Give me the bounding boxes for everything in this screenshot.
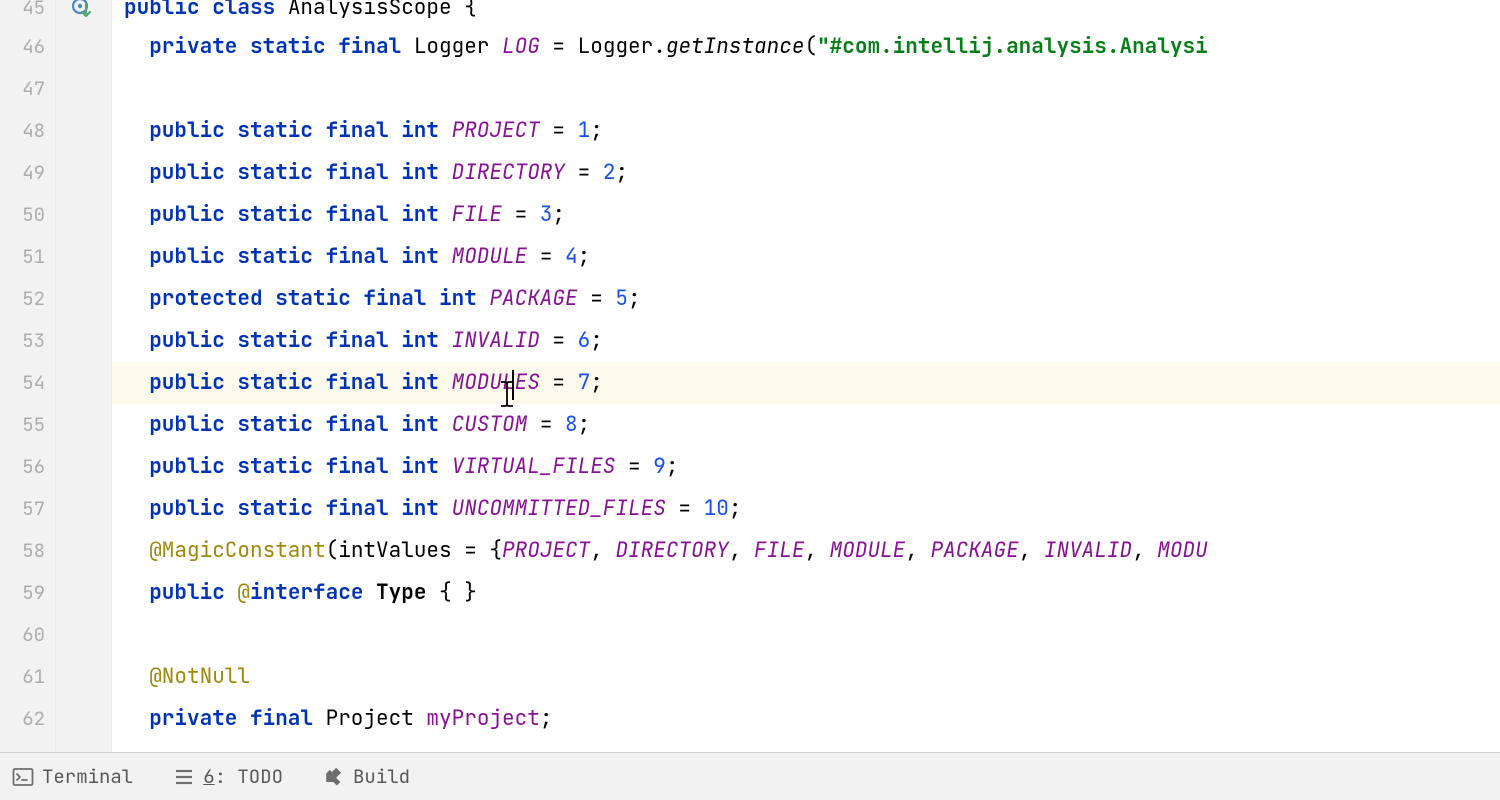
line-number: 55: [0, 404, 45, 446]
code-line[interactable]: public static final int FILE = 3;: [112, 194, 1500, 236]
line-number: 53: [0, 320, 45, 362]
line-number: 51: [0, 236, 45, 278]
code-line[interactable]: public static final int DIRECTORY = 2;: [112, 152, 1500, 194]
code-line[interactable]: private static final Logger LOG = Logger…: [112, 26, 1500, 68]
code-line[interactable]: [112, 68, 1500, 110]
code-line[interactable]: public static final int UNCOMMITTED_FILE…: [112, 488, 1500, 530]
code-line[interactable]: public static final int CUSTOM = 8;: [112, 404, 1500, 446]
code-line[interactable]: public @interface Type { }: [112, 572, 1500, 614]
code-line[interactable]: public static final int MODULE = 4;: [112, 236, 1500, 278]
code-line[interactable]: private final Project myProject;: [112, 698, 1500, 740]
line-number: 50: [0, 194, 45, 236]
line-number: 46: [0, 26, 45, 68]
line-number: 54: [0, 362, 45, 404]
code-content[interactable]: public class AnalysisScope { private sta…: [112, 0, 1500, 752]
todo-label: 6: TODO: [203, 764, 283, 789]
todo-icon: [173, 766, 195, 788]
build-tool-button[interactable]: Build: [323, 764, 410, 789]
line-number: 59: [0, 572, 45, 614]
code-line[interactable]: @NotNull: [112, 656, 1500, 698]
tool-window-bar: Terminal 6: TODO Build: [0, 752, 1500, 800]
line-number: 48: [0, 110, 45, 152]
line-number: 60: [0, 614, 45, 656]
code-line[interactable]: protected static final int PACKAGE = 5;: [112, 278, 1500, 320]
line-number: 47: [0, 68, 45, 110]
todo-tool-button[interactable]: 6: TODO: [173, 764, 283, 789]
line-number: 49: [0, 152, 45, 194]
code-line[interactable]: [112, 614, 1500, 656]
line-number: 45: [0, 0, 45, 26]
code-line[interactable]: public class AnalysisScope {: [112, 0, 1500, 26]
line-number: 56: [0, 446, 45, 488]
code-line[interactable]: @MagicConstant(intValues = {PROJECT, DIR…: [112, 530, 1500, 572]
line-number-gutter: 454647484950515253545556575859606162: [0, 0, 56, 752]
terminal-icon: [12, 766, 34, 788]
build-label: Build: [353, 764, 410, 789]
code-editor[interactable]: 454647484950515253545556575859606162 pub…: [0, 0, 1500, 752]
line-number: 58: [0, 530, 45, 572]
line-number: 52: [0, 278, 45, 320]
code-line[interactable]: public static final int VIRTUAL_FILES = …: [112, 446, 1500, 488]
terminal-tool-button[interactable]: Terminal: [12, 764, 133, 789]
code-line[interactable]: public static final int MODULES = 7;: [112, 362, 1500, 404]
line-number: 57: [0, 488, 45, 530]
override-icon[interactable]: [70, 0, 94, 22]
line-number: 61: [0, 656, 45, 698]
code-line[interactable]: public static final int INVALID = 6;: [112, 320, 1500, 362]
gutter-icons: [56, 0, 112, 752]
caret: [512, 370, 514, 400]
line-number: 62: [0, 698, 45, 740]
terminal-label: Terminal: [42, 764, 133, 789]
build-icon: [323, 766, 345, 788]
code-line[interactable]: public static final int PROJECT = 1;: [112, 110, 1500, 152]
